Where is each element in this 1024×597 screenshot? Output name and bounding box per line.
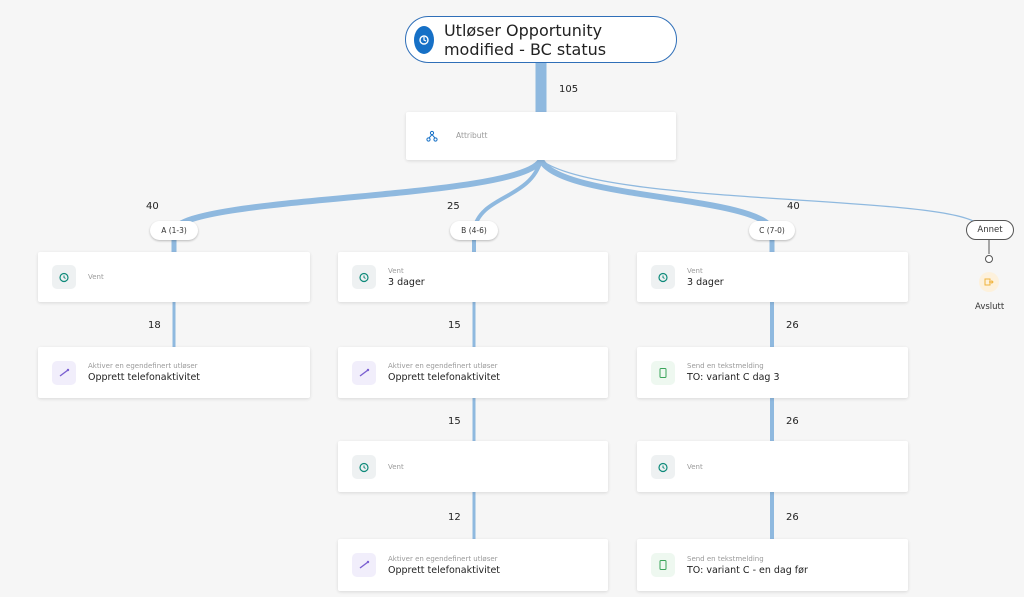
a-wait-caption: Vent [88, 273, 104, 281]
c-sms1-caption: Send en tekstmelding [687, 362, 764, 370]
b-wait1-node[interactable]: Vent 3 dager [338, 252, 608, 302]
split-label: Attributt [456, 131, 488, 140]
b-action1-title: Opprett telefonaktivitet [388, 372, 501, 383]
c1-count: 26 [786, 320, 799, 331]
timer-icon [651, 454, 675, 479]
attribute-split-node[interactable]: Attributt [406, 112, 676, 160]
branch-c-flow-line [538, 158, 775, 232]
custom-trigger-icon [352, 553, 376, 577]
b-action2-caption: Aktiver en egendefinert utløser [388, 554, 498, 563]
b1-count: 15 [448, 320, 461, 331]
timer-icon [352, 265, 376, 289]
c-wait2-caption: Vent [687, 462, 703, 471]
timer-icon [52, 265, 76, 289]
c-sms2-caption: Send en tekstmelding [687, 554, 764, 563]
exit-icon[interactable] [979, 272, 999, 292]
c-wait1-title: 3 dager [687, 276, 724, 288]
split-icon [420, 124, 444, 148]
timer-icon [352, 454, 376, 479]
text-message-icon [651, 553, 675, 577]
a-action-node[interactable]: Aktiver en egendefinert utløser Opprett … [38, 347, 310, 398]
b-wait2-node[interactable]: Vent [338, 441, 608, 492]
c-sms2-node[interactable]: Send en tekstmelding TO: variant C - en … [637, 539, 908, 591]
a-wait-node[interactable]: Vent [38, 252, 310, 302]
trigger-caption: Utløser [443, 20, 501, 40]
c-sms1-node[interactable]: Send en tekstmelding TO: variant C dag 3 [637, 347, 908, 398]
trigger-icon [414, 25, 434, 54]
b-action2-title: Opprett telefonaktivitet [388, 564, 501, 576]
a-action-title: Opprett telefonaktivitet [88, 372, 201, 383]
c-wait1-node[interactable]: Vent 3 dager [637, 252, 908, 302]
b-action1-caption: Aktiver en egendefinert utløser [388, 362, 498, 370]
branch-other-pill[interactable]: Annet [966, 220, 1014, 240]
b-wait2-caption: Vent [388, 462, 404, 471]
branch-a-count: 40 [146, 201, 159, 212]
branch-a-pill[interactable]: A (1-3) [150, 221, 198, 240]
branch-c-count: 40 [787, 201, 800, 212]
entry-count: 105 [559, 84, 579, 95]
b-action2-node[interactable]: Aktiver en egendefinert utløser Opprett … [338, 539, 608, 591]
other-exit-connector [985, 255, 993, 263]
branch-a-flow-line [171, 158, 544, 232]
c3-count: 26 [786, 512, 799, 523]
b-wait1-title: 3 dager [388, 276, 425, 288]
branch-b-count: 25 [447, 201, 460, 212]
c-wait2-node[interactable]: Vent [637, 441, 908, 492]
b3-count: 12 [448, 512, 461, 523]
custom-trigger-icon [52, 360, 76, 385]
trigger-node[interactable]: Utløser Opportunity modified - BC status [405, 16, 677, 63]
c-sms2-title: TO: variant C - en dag før [687, 564, 808, 576]
b2-count: 15 [448, 416, 461, 427]
a1-count: 18 [148, 320, 161, 331]
custom-trigger-icon [352, 360, 376, 385]
exit-label: Avslutt [975, 302, 1005, 312]
branch-c-pill[interactable]: C (7-0) [749, 221, 795, 240]
text-message-icon [651, 360, 675, 385]
c2-count: 26 [786, 416, 799, 427]
branch-b-pill[interactable]: B (4-6) [450, 221, 498, 240]
a-action-caption: Aktiver en egendefinert utløser [88, 362, 198, 370]
b-wait1-caption: Vent [388, 266, 404, 275]
timer-icon [651, 265, 675, 289]
c-sms1-title: TO: variant C dag 3 [687, 372, 780, 383]
branch-other-flow-line [540, 159, 976, 223]
b-action1-node[interactable]: Aktiver en egendefinert utløser Opprett … [338, 347, 608, 398]
c-wait1-caption: Vent [687, 266, 703, 275]
